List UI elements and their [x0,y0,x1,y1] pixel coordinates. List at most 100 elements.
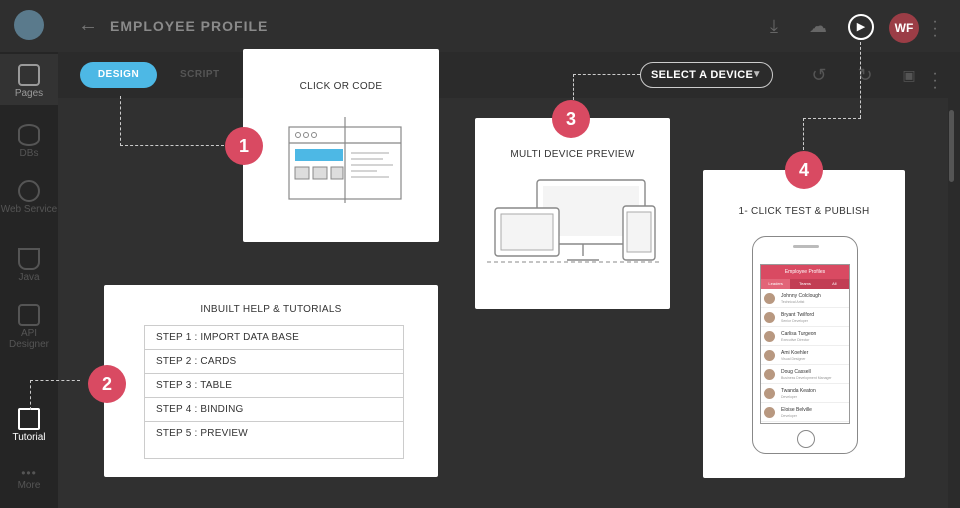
sidebar: Pages DBs Web Service Java API Designer … [0,52,58,508]
list-item[interactable]: STEP 5 : PREVIEW [145,422,403,446]
sidebar-item-label: Java [18,272,40,283]
sidebar-item-label: More [17,480,41,491]
list-item[interactable]: Carlisa Turgeon Executive Director [761,327,849,346]
callout-card-multi-device: MULTI DEVICE PREVIEW [475,118,670,309]
device-select[interactable]: SELECT A DEVICE ▼ [640,62,773,88]
globe-icon [18,180,40,202]
phone-home-button [797,430,815,448]
pages-icon [18,64,40,86]
connector-line [803,118,804,150]
list-item[interactable]: Johnny Colclough Technical Artist [761,289,849,308]
list-item[interactable]: STEP 1 : IMPORT DATA BASE [145,326,403,350]
coffee-icon [18,248,40,270]
chevron-down-icon: ▼ [751,69,762,80]
save-icon[interactable]: ▣ [898,64,920,86]
sidebar-item-label: API Designer [8,328,50,350]
connector-line [30,380,31,410]
card-title: 1- CLICK TEST & PUBLISH [738,206,870,217]
connector-line [803,118,861,119]
employee-name: Eloise Belville [781,407,812,413]
employee-name: Twanda Keaton [781,388,816,394]
avatar [764,312,775,323]
phone-preview: Employee Profiles Leaders Teams All John… [752,236,858,454]
toolbar-kebab-icon[interactable]: · · · [931,66,939,96]
sidebar-item-tutorial[interactable]: Tutorial [0,408,58,443]
connector-line [30,380,80,381]
avatar[interactable]: WF [889,13,919,43]
sidebar-item-label: Tutorial [12,432,46,443]
sidebar-item-label: Web Service [0,204,58,215]
list-item[interactable]: STEP 4 : BINDING [145,398,403,422]
list-item[interactable]: STEP 3 : TABLE [145,374,403,398]
connector-line [120,96,121,146]
connector-line [120,145,224,146]
connector-line [573,74,574,100]
avatar [764,388,775,399]
connector-line [860,42,861,118]
employee-name: Johnny Colclough [781,293,821,299]
page-title: EMPLOYEE PROFILE [110,18,269,34]
more-dots-icon: ••• [21,466,37,480]
avatar [764,350,775,361]
list-item[interactable]: STEP 2 : CARDS [145,350,403,374]
list-item[interactable]: Eloise Belville Developer [761,403,849,422]
vertical-scrollbar[interactable] [949,110,954,182]
avatar [764,331,775,342]
sidebar-item-api-designer[interactable]: API Designer [0,304,58,350]
app-tab-teams[interactable]: Teams [790,279,819,289]
step-badge-4: 4 [785,151,823,189]
tutorial-steps-list: STEP 1 : IMPORT DATA BASE STEP 2 : CARDS… [144,325,404,459]
avatar [764,407,775,418]
employee-role: Developer [781,414,797,418]
tab-script[interactable]: SCRIPT [180,69,220,80]
card-title: CLICK OR CODE [299,81,383,92]
employee-name: Ami Koehler [781,350,809,356]
back-arrow-icon[interactable]: ← [78,14,98,37]
app-tabs: Leaders Teams All [761,279,849,289]
app-tab-all[interactable]: All [820,279,849,289]
undo-icon[interactable]: ↺ [808,64,830,86]
employee-role: Senior Developer [781,319,809,323]
avatar [764,369,775,380]
list-item[interactable]: Ami Koehler Visual Designer [761,346,849,365]
sidebar-item-pages[interactable]: Pages [0,54,58,105]
employee-role: Technical Artist [781,300,805,304]
sidebar-item-web-service[interactable]: Web Service [0,180,58,215]
device-select-label: SELECT A DEVICE [651,69,754,81]
phone-screen: Employee Profiles Leaders Teams All John… [760,264,850,424]
api-icon [18,304,40,326]
database-icon [18,124,40,146]
employee-role: Visual Designer [781,357,806,361]
list-item[interactable]: Bryant Twilford Senior Developer [761,308,849,327]
cloud-upload-icon[interactable]: ☁ [806,14,830,38]
click-or-code-illustration [288,117,402,203]
callout-card-click-or-code: CLICK OR CODE [243,49,439,242]
card-title: INBUILT HELP & TUTORIALS [200,304,342,315]
employee-role: Executive Director [781,338,810,342]
sidebar-item-label: Pages [14,88,44,99]
employee-name: Doug Cassell [781,369,811,375]
step-badge-2: 2 [88,365,126,403]
phone-speaker [793,245,819,248]
step-badge-1: 1 [225,127,263,165]
redo-icon[interactable]: ↻ [854,64,876,86]
employee-role: Developer [781,395,797,399]
app-tab-leaders[interactable]: Leaders [761,279,791,289]
kebab-menu-icon[interactable]: · · · [931,14,939,44]
download-icon[interactable]: ⤓ [762,14,786,38]
sidebar-item-java[interactable]: Java [0,248,58,283]
employee-role: Business Development Manager [781,376,832,380]
list-item[interactable]: Twanda Keaton Developer [761,384,849,403]
employee-name: Bryant Twilford [781,312,814,318]
tab-design[interactable]: DESIGN [80,62,157,88]
multi-device-illustration [487,179,659,263]
app-header: Employee Profiles [761,265,849,279]
sidebar-item-more[interactable]: ••• More [0,466,58,491]
top-bar: ← EMPLOYEE PROFILE ⤓ ☁ ▶ WF · · · [0,0,960,52]
list-item[interactable]: Doug Cassell Business Development Manager [761,365,849,384]
app-logo[interactable] [14,10,44,40]
book-icon [18,408,40,430]
sidebar-item-dbs[interactable]: DBs [0,124,58,159]
play-icon[interactable]: ▶ [848,14,874,40]
step-badge-3: 3 [552,100,590,138]
